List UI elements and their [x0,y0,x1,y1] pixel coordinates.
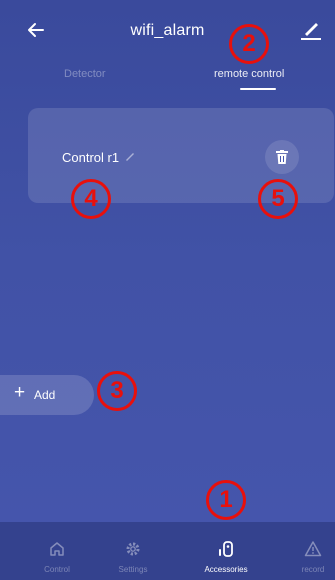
nav-record-label: record [301,565,325,574]
annotation-marker-5: 5 [258,179,298,219]
plus-icon: + [14,382,26,403]
gear-icon [126,542,140,556]
annotation-marker-4: 4 [71,179,111,219]
edit-pencil-icon [301,23,321,40]
add-label: Add [34,388,56,402]
nav-record[interactable]: record [273,522,335,580]
rename-button[interactable] [124,149,136,161]
device-name: Control r1 [62,150,120,165]
nav-accessories-label: Accessories [204,565,248,574]
pencil-icon [126,153,134,161]
tab-bar: Detector remote control [0,62,335,92]
add-button[interactable]: + Add [0,375,94,415]
app-screen: wifi_alarm Detector remote control Contr… [0,0,335,580]
nav-settings[interactable]: Settings [93,522,173,580]
remote-icon [219,541,233,557]
trash-icon [276,150,288,164]
delete-button[interactable] [265,140,299,174]
nav-settings-label: Settings [118,565,148,574]
annotation-marker-1: 1 [206,480,246,520]
bottom-nav: Control Settings Accessories record [0,522,335,580]
annotation-marker-3: 3 [97,371,137,411]
tab-remote-control[interactable]: remote control [214,68,284,80]
page-title: wifi_alarm [130,22,205,39]
nav-control-label: Control [44,565,70,574]
active-tab-indicator [240,88,276,90]
nav-accessories[interactable]: Accessories [186,522,266,580]
header: wifi_alarm [0,0,335,62]
edit-button[interactable] [297,18,323,42]
tab-detector[interactable]: Detector [64,68,106,80]
warning-triangle-icon [304,541,322,557]
home-icon [50,542,64,556]
nav-control[interactable]: Control [17,522,97,580]
annotation-marker-2: 2 [229,24,269,64]
